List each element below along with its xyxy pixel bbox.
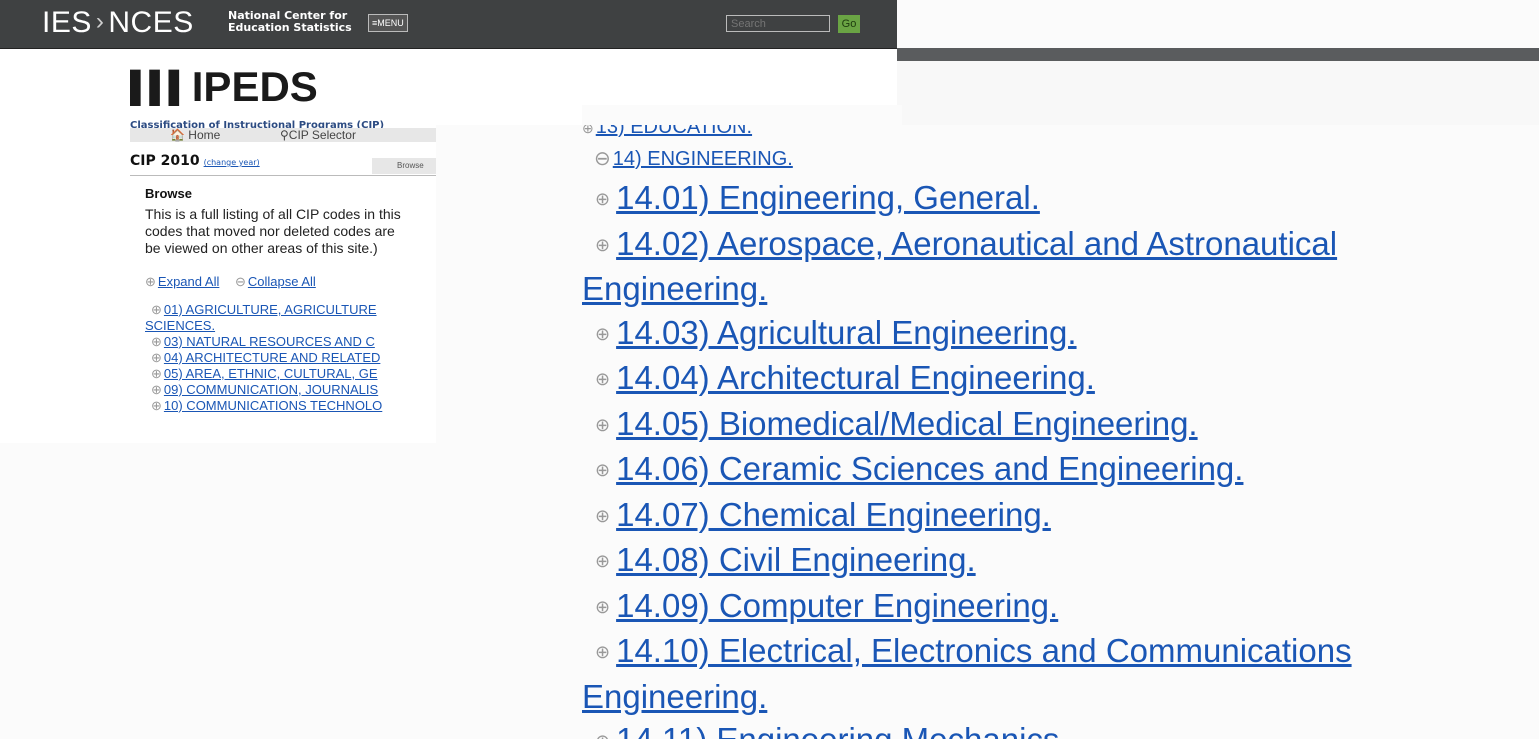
description-line: This is a full listing of all CIP codes … [145,206,401,222]
cip-nav: 🏠 Home ⚲CIP Selector [130,128,436,142]
list-item[interactable]: ⊕ 14.06) Ceramic Sciences and Engineering… [595,447,1352,493]
list-item-link[interactable]: 14.11) Engineering Mechanics. [616,721,1069,739]
selector-icon: ⚲ [280,128,289,142]
tab-browse[interactable]: Browse [372,158,436,174]
list-item[interactable]: ⊕ 14.07) Chemical Engineering. [595,493,1352,539]
expand-icon: ⊕ [595,551,611,571]
list-item-link[interactable]: 10) COMMUNICATIONS TECHNOLO [164,398,382,413]
expand-icon: ⊕ [595,189,611,209]
list-item[interactable]: ⊕ 14.08) Civil Engineering. [595,538,1352,584]
engineering-subcodes: ⊕ 14.01) Engineering, General. ⊕ 14.02) Ae… [582,176,1352,739]
engineering-item[interactable]: ⊖ 14) ENGINEERING. [594,146,793,171]
list-item[interactable]: ⊕ 14.05) Biomedical/Medical Engineering. [595,402,1352,448]
ies-text: IES [42,6,92,39]
list-item[interactable]: ⊕ 09) COMMUNICATION, JOURNALIS [151,382,436,398]
nces-name-line2: Education Statistics [228,21,352,34]
expand-icon: ⊕ [151,366,162,381]
expand-icon: ⊕ [595,234,611,255]
expand-icon: ⊕ [151,382,162,397]
list-item[interactable]: ⊕ 14.09) Computer Engineering. [595,584,1352,630]
collapse-all-link[interactable]: Collapse All [248,274,316,289]
list-item-link[interactable]: 14.02) Aerospace, Aeronautical and Astro… [616,225,1337,262]
list-item[interactable]: ⊕ 14.11) Engineering Mechanics. [595,718,1352,739]
description-line: be viewed on other areas of this site.) [145,240,378,256]
list-item[interactable]: ⊕ 14.02) Aerospace, Aeronautical and Astr… [595,222,1352,268]
home-icon: 🏠 [170,128,185,142]
nav-selector-label: CIP Selector [288,128,356,142]
expand-icon: ⊕ [595,505,611,526]
expand-icon: ⊕ [151,350,162,365]
expand-icon: ⊕ [151,334,162,349]
expand-icon: ⊕ [595,460,611,480]
ies-nces-logo[interactable]: IES › NCES [42,6,194,40]
expand-icon: ⊕ [595,596,611,617]
nav-home[interactable]: 🏠 Home [170,128,220,142]
logo-separator: › [95,8,105,35]
list-item-link[interactable]: 09) COMMUNICATION, JOURNALIS [164,382,378,397]
list-item-link[interactable]: 05) AREA, ETHNIC, CULTURAL, GE [164,366,378,381]
bar-chart-icon: ▌▌▌ [130,71,190,104]
list-item-link[interactable]: 14.10) Electrical, Electronics and Commu… [616,632,1352,669]
list-item[interactable]: ⊕ 01) AGRICULTURE, AGRICULTURE [151,302,436,318]
list-item-link[interactable]: 04) ARCHITECTURE AND RELATED [164,350,380,365]
overlap-mask [582,105,902,125]
change-year-link[interactable]: (change year) [204,158,260,167]
expand-icon: ⊕ [595,414,611,435]
list-item[interactable]: ⊕ 03) NATURAL RESOURCES AND C [151,334,436,350]
description-line: codes that moved nor deleted codes are [145,223,395,239]
list-item-link[interactable]: 14.09) Computer Engineering. [616,587,1058,624]
list-item[interactable]: ⊕ 14.04) Architectural Engineering. [595,356,1352,402]
list-item-link[interactable]: Engineering. [582,678,767,715]
cip-code-list: ⊕ 01) AGRICULTURE, AGRICULTURE SCIENCES. … [145,302,436,414]
list-item-link[interactable]: 14.04) Architectural Engineering. [616,359,1095,396]
zoomed-cip-list: ⊕ 13) EDUCATION. ⊖ 14) ENGINEERING. ⊕ 14.01… [582,0,1532,739]
list-item-link[interactable]: 14.07) Chemical Engineering. [616,496,1051,533]
list-item-link[interactable]: SCIENCES. [145,318,215,333]
list-item[interactable]: ⊕ 05) AREA, ETHNIC, CULTURAL, GE [151,366,436,382]
list-item-link[interactable]: 14.05) Biomedical/Medical Engineering. [616,405,1198,442]
list-item-link[interactable]: 01) AGRICULTURE, AGRICULTURE [164,302,377,317]
collapse-icon: ⊖ [594,148,611,170]
expand-icon: ⊕ [145,274,156,289]
ipeds-logo[interactable]: ▌▌▌IPEDS [130,66,318,109]
list-item[interactable]: ⊕ 14.10) Electrical, Electronics and Comm… [595,629,1352,675]
list-item-link[interactable]: 14.03) Agricultural Engineering. [616,314,1076,351]
cip-year: CIP 2010 [130,153,200,169]
list-item[interactable]: ⊕ 10) COMMUNICATIONS TECHNOLO [151,398,436,414]
expand-icon: ⊕ [151,302,162,317]
list-item-continuation[interactable]: Engineering. [582,267,1352,311]
ipeds-logo-text: IPEDS [191,63,318,110]
list-item[interactable]: ⊕ 04) ARCHITECTURE AND RELATED [151,350,436,366]
expand-icon: ⊕ [595,369,611,389]
engineering-link[interactable]: 14) ENGINEERING. [613,148,793,170]
expand-icon: ⊕ [595,642,611,662]
nces-full-name: National Center for Education Statistics [228,10,352,34]
list-item-link[interactable]: 14.06) Ceramic Sciences and Engineering. [616,450,1243,487]
list-item-continuation[interactable]: Engineering. [582,675,1352,719]
list-item[interactable]: ⊕ 14.03) Agricultural Engineering. [595,311,1352,357]
expand-collapse-controls: ⊕ Expand All ⊖ Collapse All [145,274,328,290]
list-item-link[interactable]: Engineering. [582,270,767,307]
divider [130,175,436,176]
list-item-link[interactable]: 03) NATURAL RESOURCES AND C [164,334,375,349]
browse-heading: Browse [145,186,192,201]
browse-description: This is a full listing of all CIP codes … [145,206,436,257]
expand-all-link[interactable]: Expand All [158,274,219,289]
list-item-link[interactable]: 14.01) Engineering, General. [616,179,1040,216]
nav-home-label: Home [188,128,221,142]
nav-cip-selector[interactable]: ⚲CIP Selector [280,128,356,142]
expand-icon: ⊕ [151,398,162,413]
list-item[interactable]: ⊕ 14.01) Engineering, General. [595,176,1352,222]
menu-button[interactable]: ≡MENU [368,14,408,32]
nces-text: NCES [108,6,194,39]
cip-year-heading: CIP 2010 (change year) [130,153,260,169]
expand-icon: ⊕ [595,323,611,344]
list-item-continuation[interactable]: SCIENCES. [145,318,436,334]
expand-icon: ⊕ [595,731,610,739]
cip-browse-panel: Classification of Instructional Programs… [0,120,436,443]
list-item-link[interactable]: 14.08) Civil Engineering. [616,541,976,578]
collapse-icon: ⊖ [234,274,246,289]
